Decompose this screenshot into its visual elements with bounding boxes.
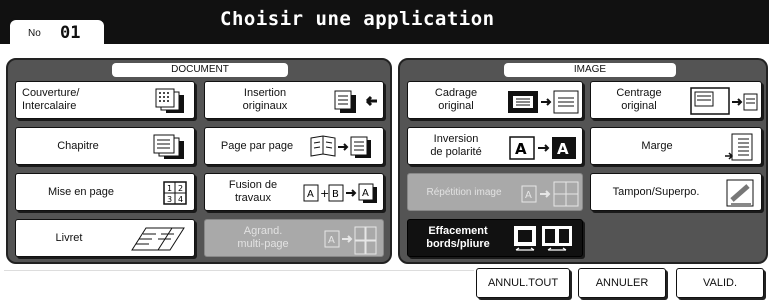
- insert-originals-button[interactable]: Insertion originaux: [204, 81, 384, 119]
- page-layout-button[interactable]: Mise en page 1 2 3 4: [15, 173, 195, 211]
- margin-label: Marge: [641, 140, 673, 152]
- original-framing-icon: [508, 90, 579, 114]
- page-by-page-button[interactable]: Page par page: [204, 127, 384, 165]
- stamp-overlay-label: Tampon/Superpo.: [612, 186, 700, 198]
- screen-title: Choisir une application: [220, 8, 495, 30]
- image-repeat-icon: A: [521, 181, 579, 207]
- cover-sheet-label: Couverture/ Intercalaire: [22, 87, 80, 112]
- job-merge-icon: A + B A: [303, 183, 377, 203]
- svg-text:4: 4: [178, 195, 183, 204]
- original-framing-label: Cadrage original: [434, 87, 478, 112]
- margin-button[interactable]: Marge: [590, 127, 762, 165]
- svg-text:3: 3: [167, 195, 172, 204]
- stamp-overlay-button[interactable]: Tampon/Superpo.: [590, 173, 762, 211]
- chapter-label: Chapitre: [57, 140, 99, 152]
- original-centering-button[interactable]: Centrage original: [590, 81, 762, 119]
- page-layout-label: Mise en page: [47, 186, 115, 198]
- job-merge-button[interactable]: Fusion de travaux A + B A: [204, 173, 384, 211]
- edge-fold-erase-label: Effacement bords/pliure: [426, 225, 490, 250]
- original-framing-button[interactable]: Cadrage original: [407, 81, 583, 119]
- edge-fold-erase-button[interactable]: Effacement bords/pliure: [407, 219, 583, 257]
- application-screen: No 01 Choisir une application DOCUMENT C…: [0, 0, 769, 304]
- svg-text:A: A: [525, 190, 532, 201]
- polarity-inversion-button[interactable]: Inversion de polarité A A: [407, 127, 583, 165]
- validate-button[interactable]: VALID.: [676, 268, 764, 298]
- booklet-label: Livret: [55, 232, 83, 244]
- svg-text:A: A: [328, 235, 335, 246]
- cover-sheets-icon: [155, 88, 184, 113]
- edge-fold-erase-icon: [514, 226, 572, 251]
- job-number-tab: No 01: [8, 18, 106, 44]
- image-repeat-label: Répétition image: [426, 187, 502, 198]
- svg-text:2: 2: [178, 184, 183, 193]
- image-panel: IMAGE Cadrage original Centrage original: [398, 58, 768, 264]
- multi-page-enlarge-icon: A: [324, 226, 377, 255]
- svg-text:B: B: [332, 189, 339, 200]
- polarity-inversion-icon: A A: [509, 136, 576, 160]
- insert-originals-label: Insertion originaux: [242, 87, 288, 112]
- stamp-icon: [726, 179, 754, 207]
- original-centering-label: Centrage original: [616, 87, 662, 112]
- margin-icon: [725, 133, 753, 161]
- booklet-icon: [131, 227, 185, 251]
- document-panel-label: DOCUMENT: [112, 63, 288, 77]
- page-by-page-label: Page par page: [220, 140, 294, 152]
- title-bar: No 01 Choisir une application: [0, 0, 769, 44]
- job-number-label: No: [28, 28, 41, 39]
- chapter-icon: [153, 134, 184, 159]
- svg-text:A: A: [557, 140, 569, 158]
- svg-text:A: A: [362, 188, 369, 199]
- chapter-button[interactable]: Chapitre: [15, 127, 195, 165]
- svg-text:A: A: [307, 189, 314, 200]
- cancel-all-button[interactable]: ANNUL.TOUT: [476, 268, 570, 298]
- image-panel-label: IMAGE: [504, 63, 676, 77]
- insert-originals-icon: [334, 90, 377, 113]
- image-repeat-button[interactable]: Répétition image A: [407, 173, 583, 211]
- multi-page-enlarge-label: Agrand. multi-page: [237, 225, 289, 250]
- original-centering-icon: [690, 87, 758, 115]
- cancel-button[interactable]: ANNULER: [578, 268, 666, 298]
- job-number-value: 01: [60, 23, 81, 43]
- book-page-icon: [310, 135, 371, 158]
- document-panel: DOCUMENT Couverture/ Intercalaire Insert…: [6, 58, 392, 264]
- svg-text:+: +: [320, 187, 329, 200]
- job-merge-label: Fusion de travaux: [228, 179, 278, 204]
- polarity-inversion-label: Inversion de polarité: [430, 133, 482, 158]
- layout-grid-icon: 1 2 3 4: [163, 181, 187, 205]
- svg-text:A: A: [515, 140, 527, 158]
- cover-sheet-button[interactable]: Couverture/ Intercalaire: [15, 81, 195, 119]
- status-line: [4, 270, 474, 271]
- booklet-button[interactable]: Livret: [15, 219, 195, 257]
- svg-text:1: 1: [167, 184, 172, 193]
- multi-page-enlarge-button[interactable]: Agrand. multi-page A: [204, 219, 384, 257]
